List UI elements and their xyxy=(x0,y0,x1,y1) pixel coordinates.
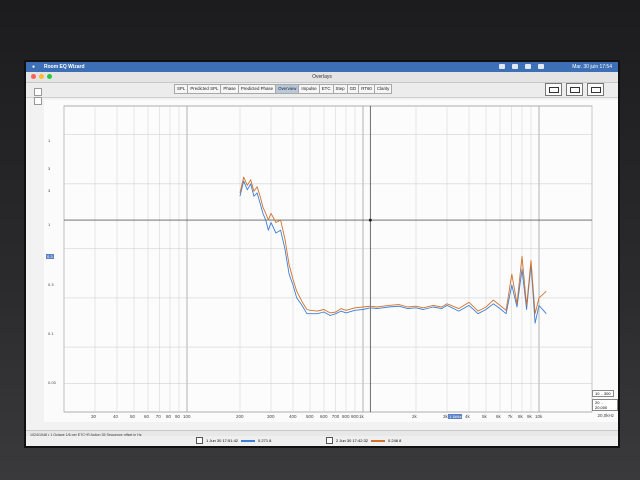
view-layout-button-1[interactable] xyxy=(545,83,562,96)
x-tick-label: 30 xyxy=(90,414,96,419)
cursor-x-readout: 1.1kHz xyxy=(448,414,463,419)
window-titlebar: Overlays xyxy=(26,72,618,83)
view-layout-button-2[interactable] xyxy=(566,83,583,96)
y-zoom-in-button[interactable] xyxy=(34,88,42,96)
range-button-1[interactable]: 10 .. 300 xyxy=(592,390,614,397)
x-tick-label: 4k xyxy=(464,414,470,419)
tab-impulse[interactable]: Impulse xyxy=(298,84,320,94)
legend-value-2: 0.246 8 xyxy=(388,438,402,443)
legend-checkbox-1[interactable] xyxy=(196,437,203,444)
x-tick-label: 10k xyxy=(535,414,543,419)
tab-step[interactable]: Step xyxy=(332,84,348,94)
y-tick-label: 0.3 xyxy=(48,282,54,287)
close-icon[interactable] xyxy=(31,74,36,79)
y-zoom-out-button[interactable] xyxy=(34,97,42,105)
x-tick-label: 90 xyxy=(174,414,180,419)
x-tick-label: 7k xyxy=(507,414,513,419)
x-tick-label: 500 xyxy=(306,414,314,419)
measurement-legend: 1 Jun 30 17:51:42 0.271 8 2 Jun 30 17:42… xyxy=(26,436,618,446)
tab-predicted-phase[interactable]: Predicted Phase xyxy=(237,84,277,94)
legend-checkbox-2[interactable] xyxy=(326,437,333,444)
y-tick-label: 1 xyxy=(48,221,51,227)
menubar-status-icons xyxy=(499,64,544,69)
zoom-icon[interactable] xyxy=(47,74,52,79)
legend-item-1[interactable]: 1 Jun 30 17:51:42 0.271 8 xyxy=(196,437,271,444)
legend-swatch-2 xyxy=(371,439,386,442)
x-tick-label: 40 xyxy=(112,414,118,419)
cursor-y-readout: 0.3 xyxy=(46,254,54,259)
control-center-icon[interactable] xyxy=(538,64,544,69)
x-unit-label: 20,0kHz xyxy=(597,413,614,418)
x-tick-label: 400 xyxy=(288,414,297,419)
x-tick-label: 80 xyxy=(165,414,171,419)
x-tick-label: 70 xyxy=(155,414,161,419)
macos-menubar: ● Room EQ Wizard Mar. 30 juin 17:54 xyxy=(26,62,618,72)
tab-predicted-spl[interactable]: Predicted SPL xyxy=(187,84,222,94)
legend-value-1: 0.271 8 xyxy=(258,438,272,443)
x-tick-label: 800 xyxy=(341,414,350,419)
tab-spl[interactable]: SPL xyxy=(174,84,189,94)
tab-rt60[interactable]: RT60 xyxy=(358,84,375,94)
search-icon[interactable] xyxy=(525,64,531,69)
left-controls xyxy=(30,88,42,418)
menubar-app-name[interactable]: Room EQ Wizard xyxy=(44,62,85,72)
x-tick-label: 1k xyxy=(359,414,364,419)
x-tick-label: 2k xyxy=(412,414,417,419)
graph-tabs: SPL Predicted SPL Phase Predicted Phase Over… xyxy=(174,84,393,94)
x-tick-label: 100 xyxy=(183,414,191,419)
x-tick-label: 60 xyxy=(143,414,149,419)
view-buttons xyxy=(545,83,604,96)
y-tick-label: 1 xyxy=(48,137,51,143)
tab-phase[interactable]: Phase xyxy=(220,84,239,94)
legend-label-1: 1 Jun 30 17:51:42 xyxy=(206,438,239,443)
x-tick-label: 600 xyxy=(319,414,328,419)
x-tick-label: 900 xyxy=(350,414,359,419)
view-layout-button-3[interactable] xyxy=(587,83,604,96)
x-tick-label: 5k xyxy=(482,414,487,419)
overlay-chart[interactable] xyxy=(44,100,618,422)
y-tick-label: 0.03 xyxy=(48,380,56,386)
legend-item-2[interactable]: 2 Jun 30 17:42:32 0.246 8 xyxy=(326,437,401,444)
tab-etc[interactable]: ETC xyxy=(318,84,334,94)
menubar-clock[interactable]: Mar. 30 juin 17:54 xyxy=(572,62,612,72)
window-controls xyxy=(31,74,52,79)
graph-toolbar: SPL Predicted SPL Phase Predicted Phase Over… xyxy=(26,83,618,98)
y-tick-label: 3 xyxy=(48,165,51,171)
minimize-icon[interactable] xyxy=(39,74,44,79)
wifi-icon[interactable] xyxy=(499,64,505,69)
legend-swatch-1 xyxy=(241,439,256,442)
x-tick-label: 9k xyxy=(526,414,532,419)
y-tick-label: 3 xyxy=(48,188,51,194)
battery-icon[interactable] xyxy=(512,64,518,69)
range-button-2[interactable]: 20 .. 20,000 xyxy=(592,399,618,411)
legend-label-2: 2 Jun 30 17:42:32 xyxy=(336,438,369,443)
screen: ● Room EQ Wizard Mar. 30 juin 17:54 Over… xyxy=(26,62,618,446)
x-tick-label: 700 xyxy=(331,414,340,419)
plot-frame xyxy=(63,105,593,413)
window-title: Overlays xyxy=(312,74,332,80)
cursor-marker xyxy=(368,218,372,222)
tab-clarity[interactable]: Clarity xyxy=(373,84,393,94)
apple-icon[interactable]: ● xyxy=(32,62,35,72)
x-tick-label: 50 xyxy=(130,414,136,419)
tab-overview[interactable]: Overview xyxy=(275,84,300,94)
x-tick-label: 6k xyxy=(495,414,501,419)
x-tick-label: 300 xyxy=(266,414,275,419)
x-tick-label: 8k xyxy=(517,414,523,419)
overlay-plot[interactable]: 1 3 3 1 0.3 0.1 0.03 30 40 50 60 70 80 90 100 200 300 40… xyxy=(44,100,618,422)
x-tick-label: 200 xyxy=(236,414,244,419)
y-tick-label: 0.1 xyxy=(48,331,54,337)
